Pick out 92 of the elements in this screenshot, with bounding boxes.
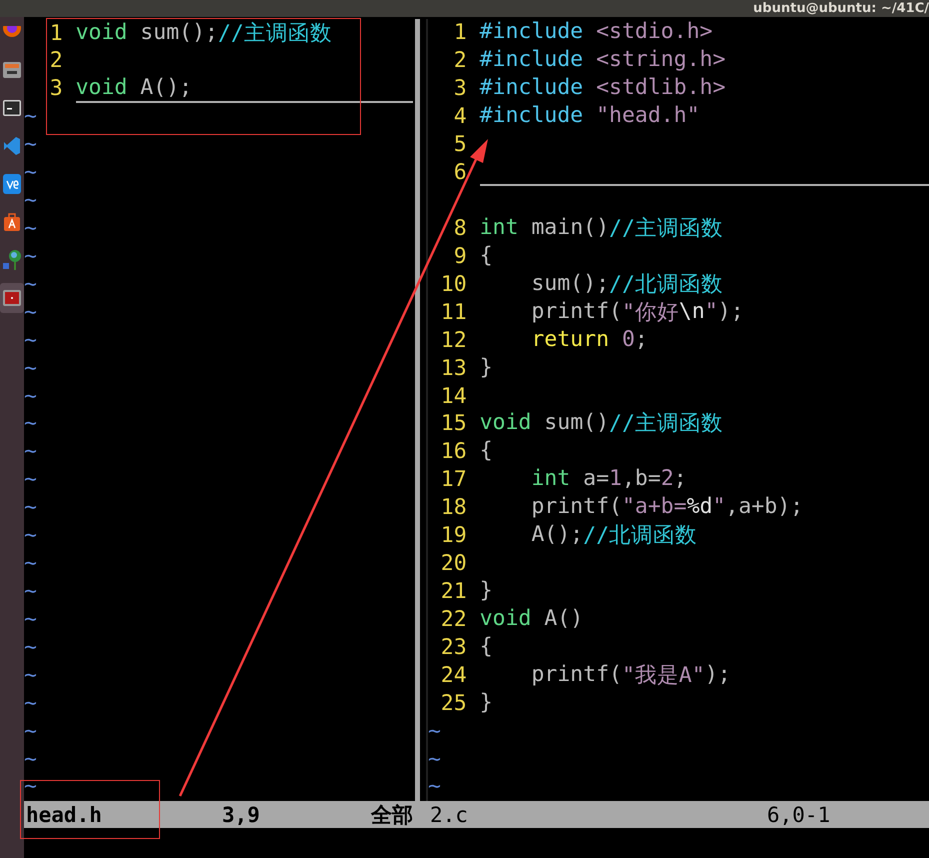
cursor-position: 3,9 bbox=[222, 803, 261, 827]
line-number: 15 bbox=[440, 411, 467, 436]
empty-line-marker: ~ bbox=[24, 272, 37, 297]
file-name: head.h bbox=[26, 803, 103, 827]
empty-line-marker: ~ bbox=[24, 606, 37, 632]
code-line: printf("你好\n"); bbox=[530, 298, 745, 326]
line-number: 12 bbox=[440, 328, 467, 353]
code-line: return 0; bbox=[530, 326, 649, 354]
line-number: 13 bbox=[440, 356, 467, 381]
code-line: int a=1,b=2; bbox=[530, 466, 688, 494]
line-number: 1 bbox=[48, 20, 63, 46]
empty-line-marker: ~ bbox=[24, 774, 37, 800]
window-title: ubuntu@ubuntu: ~/41C/ bbox=[753, 1, 929, 16]
code-line: void sum()//主调函数 bbox=[480, 410, 724, 438]
line-number: 9 bbox=[452, 244, 467, 269]
line-number: 23 bbox=[440, 634, 467, 660]
empty-line-marker: ~ bbox=[24, 662, 37, 688]
empty-line-marker: ~ bbox=[24, 578, 37, 604]
empty-line-marker: ~ bbox=[24, 411, 37, 436]
code-line: #include <stdio.h> bbox=[480, 19, 714, 46]
line-number: 10 bbox=[440, 272, 467, 297]
line-number: 3 bbox=[452, 76, 467, 102]
line-number: 2 bbox=[48, 48, 63, 74]
line-number: 24 bbox=[440, 662, 467, 688]
code-line: int main()//主调函数 bbox=[480, 214, 724, 242]
code-line: } bbox=[480, 689, 494, 717]
code-line: printf("a+b=%d",a+b); bbox=[530, 494, 804, 522]
empty-line-marker: ~ bbox=[24, 384, 37, 409]
code-line: void sum();//主调函数 bbox=[76, 19, 333, 47]
file-name: 2.c bbox=[430, 803, 469, 827]
line-number: 3 bbox=[48, 76, 63, 102]
line-number: 22 bbox=[440, 606, 467, 632]
app-icon[interactable] bbox=[3, 174, 21, 194]
network-globe-icon[interactable] bbox=[1, 249, 23, 271]
line-number: 17 bbox=[440, 467, 467, 492]
code-line: void A(); bbox=[76, 74, 413, 103]
scroll-position: 全部 bbox=[370, 802, 413, 829]
empty-line-marker: ~ bbox=[24, 300, 37, 325]
empty-line-marker: ~ bbox=[24, 523, 37, 548]
empty-line-marker: ~ bbox=[24, 104, 37, 130]
empty-line-marker: ~ bbox=[24, 467, 37, 492]
line-number: 16 bbox=[440, 439, 467, 464]
empty-line-marker: ~ bbox=[428, 718, 441, 744]
empty-line-marker: ~ bbox=[24, 216, 37, 241]
empty-line-marker: ~ bbox=[24, 551, 37, 576]
code-line: { bbox=[480, 438, 494, 466]
empty-line-marker: ~ bbox=[24, 718, 37, 744]
empty-line-marker: ~ bbox=[24, 634, 37, 660]
code-line: #include "head.h" bbox=[480, 102, 701, 130]
line-number: 6 bbox=[452, 160, 467, 185]
code-line: printf("我是A"); bbox=[530, 661, 732, 690]
line-number: 21 bbox=[440, 579, 467, 604]
empty-line-marker: ~ bbox=[24, 690, 37, 716]
code-line: { bbox=[480, 633, 494, 661]
code-line: #include <string.h> bbox=[480, 46, 727, 74]
line-number: 1 bbox=[452, 20, 467, 46]
line-number: 4 bbox=[452, 104, 467, 130]
empty-line-marker: ~ bbox=[428, 746, 441, 772]
code-line: #include <stdlib.h> bbox=[480, 74, 727, 102]
empty-line-marker: ~ bbox=[24, 328, 37, 353]
code-line: } bbox=[480, 354, 494, 382]
browser-icon[interactable] bbox=[3, 26, 21, 38]
code-line: A();//北调函数 bbox=[530, 522, 698, 550]
empty-line-marker: ~ bbox=[24, 160, 37, 186]
empty-line-marker: ~ bbox=[24, 356, 37, 381]
terminal-icon[interactable] bbox=[2, 99, 22, 117]
code-line: sum();//北调函数 bbox=[530, 270, 724, 298]
monitor-icon[interactable] bbox=[2, 289, 22, 307]
empty-line-marker: ~ bbox=[428, 774, 441, 800]
empty-line-marker: ~ bbox=[24, 495, 37, 520]
split-divider[interactable] bbox=[415, 19, 428, 801]
line-number: 5 bbox=[452, 132, 467, 158]
empty-line-marker: ~ bbox=[24, 132, 37, 158]
empty-line-marker: ~ bbox=[24, 746, 37, 772]
line-number: 25 bbox=[440, 690, 467, 716]
line-number: 8 bbox=[452, 216, 467, 241]
file-cabinet-icon[interactable] bbox=[2, 60, 22, 80]
line-number: 20 bbox=[440, 551, 467, 576]
code-line: } bbox=[480, 578, 494, 606]
code-line: { bbox=[480, 242, 494, 270]
cursor-position: 6,0-1 bbox=[767, 803, 832, 827]
empty-line-marker: ~ bbox=[24, 439, 37, 464]
line-number: 18 bbox=[440, 495, 467, 520]
line-number: 11 bbox=[440, 300, 467, 325]
code-editor-icon[interactable] bbox=[3, 136, 21, 156]
shopping-bag-icon[interactable] bbox=[3, 212, 21, 232]
empty-line-marker: ~ bbox=[24, 244, 37, 269]
empty-line-marker: ~ bbox=[24, 188, 37, 214]
line-number: 14 bbox=[440, 384, 467, 409]
line-number: 19 bbox=[440, 523, 467, 548]
code-line: void A() bbox=[480, 606, 584, 633]
line-number: 2 bbox=[452, 48, 467, 74]
